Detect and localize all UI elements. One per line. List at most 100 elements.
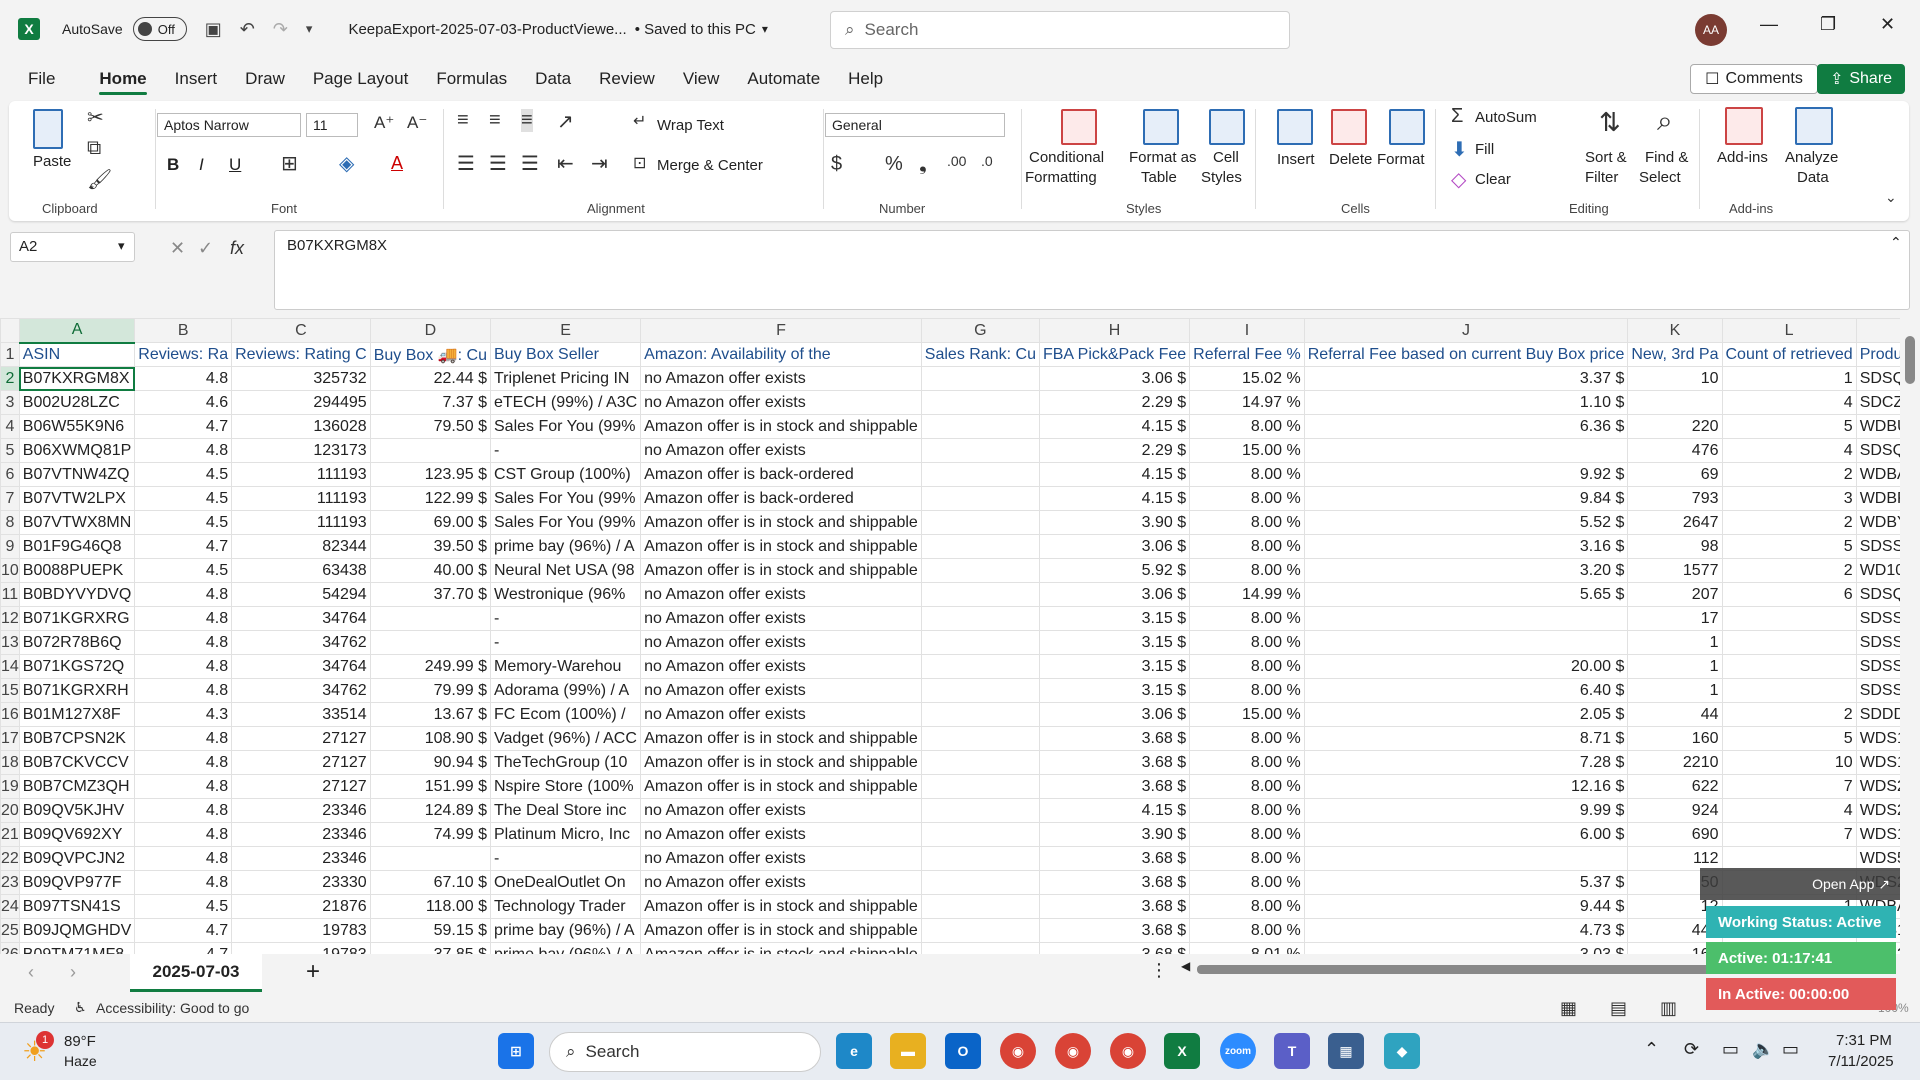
edge-icon[interactable]: e	[836, 1033, 872, 1069]
cell[interactable]: 3.37 $	[1303, 366, 1629, 391]
merge-center-button[interactable]: Merge & Center	[657, 157, 763, 174]
font-color-icon[interactable]: A	[391, 153, 403, 174]
cell[interactable]: 63438	[231, 558, 371, 583]
chrome-profile-icon[interactable]: ◉	[1055, 1033, 1091, 1069]
cell[interactable]: 14.99 %	[1189, 582, 1305, 607]
file-explorer-icon[interactable]: ▬	[890, 1033, 926, 1069]
cell[interactable]: 21876	[231, 894, 371, 919]
cell[interactable]: B09JQMGHDV	[18, 918, 136, 943]
cell[interactable]: 8.00 %	[1189, 678, 1305, 703]
search-input[interactable]: ⌕ Search	[830, 11, 1290, 49]
cell[interactable]: 5.65 $	[1303, 582, 1629, 607]
cell[interactable]: Amazon offer is back-ordered	[640, 486, 922, 511]
conditional-formatting-icon[interactable]	[1061, 109, 1097, 145]
row-header[interactable]: 12	[0, 606, 20, 631]
cell[interactable]: OneDealOutlet On	[489, 870, 642, 895]
cell[interactable]: -	[489, 438, 642, 463]
cell[interactable]: 4.73 $	[1303, 918, 1629, 943]
cell[interactable]: prime bay (96%) / A	[489, 918, 642, 943]
cell[interactable]: 4.15 $	[1038, 462, 1191, 487]
cell[interactable]: 34764	[231, 654, 371, 679]
cell[interactable]: 20.00 $	[1303, 654, 1629, 679]
format-as-table-label-2[interactable]: Table	[1141, 169, 1177, 186]
cell[interactable]	[920, 438, 1040, 463]
sync-icon[interactable]: ⟳	[1684, 1039, 1699, 1060]
cell[interactable]: 59.15 $	[369, 918, 492, 943]
align-top-icon[interactable]: ≡	[457, 109, 469, 132]
tab-review[interactable]: Review	[599, 63, 655, 95]
add-ins-icon[interactable]	[1725, 107, 1763, 145]
underline-icon[interactable]: U	[229, 155, 241, 175]
calculator-icon[interactable]: ▦	[1328, 1033, 1364, 1069]
cell[interactable]	[369, 606, 492, 631]
cell[interactable]: no Amazon offer exists	[640, 702, 922, 727]
column-header[interactable]: I	[1189, 318, 1305, 343]
expand-formula-bar-icon[interactable]: ⌃	[1890, 234, 1902, 251]
cell[interactable]: SDSSDH3-1T00-G	[1855, 606, 1900, 631]
column-header[interactable]: L	[1721, 318, 1857, 343]
cell[interactable]: 8.00 %	[1189, 510, 1305, 535]
cell[interactable]	[1303, 438, 1629, 463]
volume-icon[interactable]: 🔈	[1752, 1039, 1774, 1060]
chevron-up-icon[interactable]: ⌃	[1644, 1039, 1659, 1060]
insert-function-icon[interactable]: fx	[230, 238, 244, 259]
cell[interactable]	[920, 918, 1040, 943]
cell[interactable]: SDSQXAT-064G-G	[1855, 366, 1900, 391]
cell[interactable]: 79.99 $	[369, 678, 492, 703]
column-header[interactable]: F	[640, 318, 922, 343]
cell[interactable]: 5	[1721, 726, 1857, 751]
cell[interactable]: 44	[1627, 702, 1723, 727]
decrease-font-icon[interactable]: A⁻	[407, 113, 427, 133]
name-box[interactable]: A2	[10, 232, 135, 262]
start-icon[interactable]: ⊞	[498, 1033, 534, 1069]
cell[interactable]: B071KGS72Q	[18, 654, 136, 679]
cell[interactable]	[369, 438, 492, 463]
more-options-icon[interactable]: ⋮	[1150, 960, 1168, 981]
cell[interactable]	[1303, 630, 1629, 655]
cell[interactable]: 4	[1721, 390, 1857, 415]
cancel-icon[interactable]: ✕	[170, 238, 185, 259]
cell[interactable]: FC Ecom (100%) /	[489, 702, 642, 727]
cell[interactable]: 17	[1627, 606, 1723, 631]
format-cells-button[interactable]: Format	[1377, 151, 1425, 168]
cell[interactable]: B097TSN41S	[18, 894, 136, 919]
cell[interactable]: 4.8	[134, 582, 233, 607]
row-header[interactable]: 1	[0, 342, 20, 367]
row-header[interactable]: 2	[0, 366, 20, 391]
number-format-select[interactable]: General	[825, 113, 1005, 137]
format-painter-icon[interactable]: 🖌	[87, 167, 112, 192]
cell[interactable]: WDS100T3X0E	[1855, 822, 1900, 847]
cell[interactable]: 4.15 $	[1038, 486, 1191, 511]
cell[interactable]: 27127	[231, 774, 371, 799]
cell[interactable]: Amazon offer is in stock and shippable	[640, 942, 922, 954]
cell[interactable]: 34762	[231, 678, 371, 703]
cell[interactable]: 1	[1627, 630, 1723, 655]
cell[interactable]: WDS200T3X0E	[1855, 798, 1900, 823]
cell-styles-label-1[interactable]: Cell	[1213, 149, 1239, 166]
cell[interactable]	[1627, 390, 1723, 415]
column-title-cell[interactable]: Referral Fee based on current Buy Box pr…	[1303, 342, 1629, 367]
cell[interactable]: WDBPKJ0040BBK	[1855, 486, 1900, 511]
cell[interactable]: 23346	[231, 822, 371, 847]
align-left-icon[interactable]: ☰	[457, 151, 475, 176]
decrease-indent-icon[interactable]: ⇤	[557, 151, 574, 176]
cell[interactable]: Amazon offer is in stock and shippable	[640, 726, 922, 751]
cell[interactable]	[1303, 846, 1629, 871]
cell[interactable]: 3.06 $	[1038, 582, 1191, 607]
cell[interactable]: 82344	[231, 534, 371, 559]
cell[interactable]: 4	[1721, 438, 1857, 463]
cell[interactable]: 4.8	[134, 846, 233, 871]
cell[interactable]: 8.00 %	[1189, 774, 1305, 799]
cell[interactable]: 4.8	[134, 366, 233, 391]
scroll-sheets-left-icon[interactable]: ‹	[28, 962, 34, 983]
cell[interactable]	[1721, 606, 1857, 631]
cell[interactable]: 3.68 $	[1038, 870, 1191, 895]
row-header[interactable]: 8	[0, 510, 20, 535]
cell[interactable]: 33514	[231, 702, 371, 727]
cell[interactable]: 3.06 $	[1038, 534, 1191, 559]
column-header[interactable]: J	[1303, 318, 1629, 343]
cell[interactable]: Amazon offer is in stock and shippable	[640, 534, 922, 559]
tab-automate[interactable]: Automate	[747, 63, 820, 95]
cell[interactable]: no Amazon offer exists	[640, 846, 922, 871]
cell[interactable]: 3.68 $	[1038, 750, 1191, 775]
